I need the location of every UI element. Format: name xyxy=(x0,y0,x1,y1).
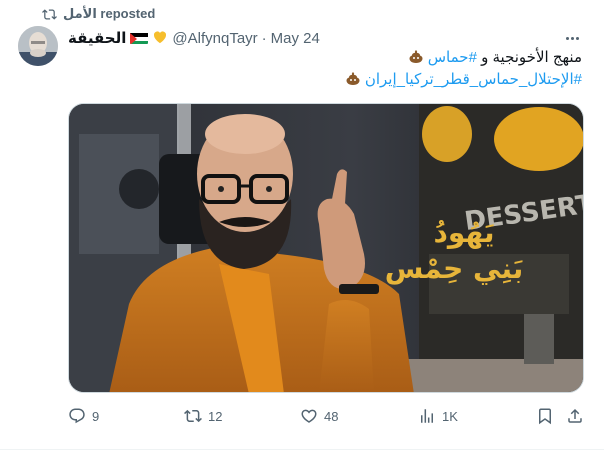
poo-emoji-icon xyxy=(408,49,424,64)
author-header: الحقيقة @AlfynqTayr · May 24 xyxy=(68,28,320,48)
avatar-image xyxy=(18,26,58,66)
author-handle[interactable]: @AlfynqTayr xyxy=(172,30,257,47)
more-icon[interactable] xyxy=(562,30,582,46)
repost-indicator[interactable]: الأمل reposted xyxy=(42,6,155,22)
views-button[interactable]: 1K xyxy=(418,405,458,427)
hashtag-hamas[interactable]: #حماس xyxy=(428,49,477,66)
views-count: 1K xyxy=(442,408,458,424)
separator-dot: · xyxy=(261,29,267,47)
tweet-media-video[interactable]: DESSERTS يَهُودُ بَنِي حِمْس xyxy=(68,103,584,393)
tweet-date[interactable]: May 24 xyxy=(271,30,320,47)
bookmark-button[interactable] xyxy=(536,405,554,427)
author-display-name[interactable]: الحقيقة xyxy=(68,29,126,47)
like-icon xyxy=(301,409,317,423)
share-button[interactable] xyxy=(566,405,584,427)
avatar[interactable] xyxy=(18,26,58,66)
reply-count: 9 xyxy=(92,408,100,424)
action-bar: 9 12 48 1K xyxy=(68,405,584,427)
tweet-text-line-1: منهج الأخونجية و #حماس xyxy=(200,48,582,68)
retweet-icon xyxy=(184,409,202,423)
retweet-count: 12 xyxy=(208,408,223,424)
tweet-card[interactable]: الأمل reposted الحقيقة @AlfynqTayr · May… xyxy=(0,0,604,450)
bookmark-icon xyxy=(539,408,551,425)
retweet-button[interactable]: 12 xyxy=(184,405,222,427)
palestine-flag-icon xyxy=(130,32,149,44)
poo-emoji-icon xyxy=(345,71,361,86)
views-icon xyxy=(421,409,433,423)
tweet-text: منهج الأخونجية و xyxy=(476,49,582,66)
repost-label: الأمل reposted xyxy=(63,6,156,21)
like-button[interactable]: 48 xyxy=(300,405,338,427)
yellow-heart-icon xyxy=(152,29,168,48)
reply-icon xyxy=(69,408,85,424)
tweet-text-line-2: #الإحتلال_حماس_قطر_تركيا_إيران xyxy=(200,70,582,90)
like-count: 48 xyxy=(324,408,339,424)
hashtag-occupation[interactable]: #الإحتلال_حماس_قطر_تركيا_إيران xyxy=(365,71,582,88)
video-overlay-text-1: يَهُودُ xyxy=(433,216,495,249)
share-icon xyxy=(568,408,582,423)
reply-button[interactable]: 9 xyxy=(68,405,99,427)
repost-icon xyxy=(42,8,57,20)
video-overlay-text-2: بَنِي حِمْس xyxy=(384,252,524,285)
